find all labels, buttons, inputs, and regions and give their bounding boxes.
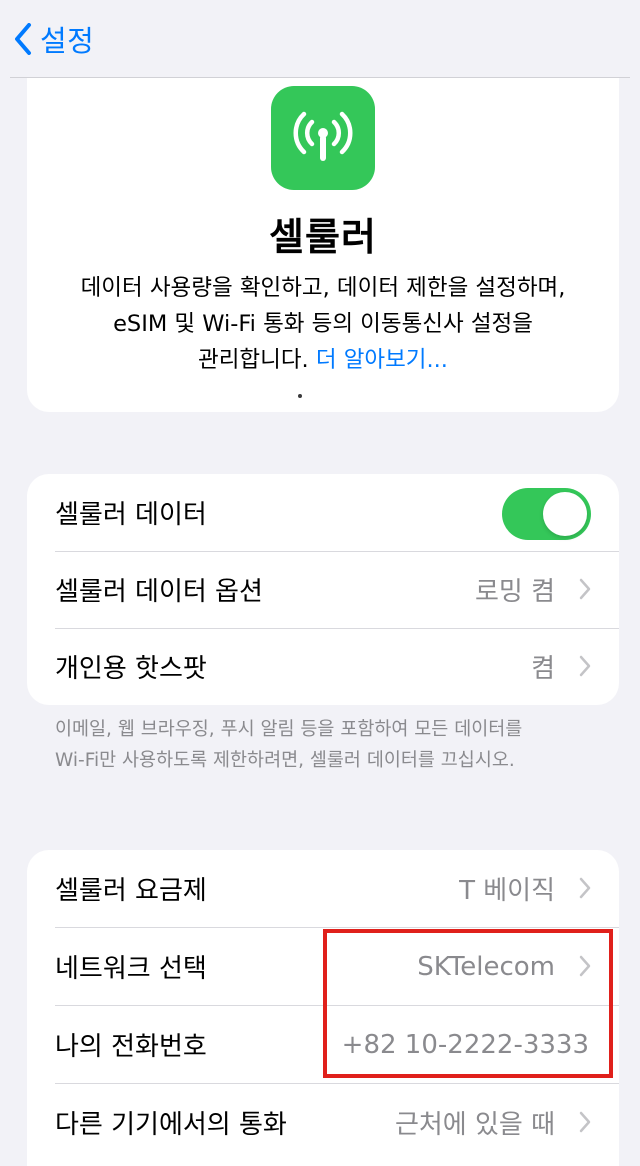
page-title: 셀룰러 [269, 215, 377, 259]
chevron-right-icon [579, 955, 591, 981]
personal-hotspot-value: 켬 [531, 654, 555, 684]
carrier-group: 셀룰러 요금제 T 베이직 네트워크 선택 SKTelecom 나의 전화번호 … [27, 850, 619, 1166]
personal-hotspot-row[interactable]: 개인용 핫스팟 켬 [27, 628, 619, 705]
footnote-line-1: 이메일, 웹 브라우징, 푸시 알림 등을 포함하여 모든 데이터를 [55, 719, 523, 740]
cellular-header-card: 셀룰러 데이터 사용량을 확인하고, 데이터 제한을 설정하며, eSIM 및 … [27, 78, 619, 412]
chevron-right-icon [579, 655, 591, 681]
back-label: 설정 [40, 23, 95, 58]
network-selection-label: 네트워크 선택 [55, 954, 207, 984]
desc-line-3: 관리합니다. 더 알아보기... [27, 342, 619, 378]
cellular-data-footnote: 이메일, 웹 브라우징, 푸시 알림 등을 포함하여 모든 데이터를 Wi-Fi… [55, 714, 615, 776]
chevron-right-icon [579, 877, 591, 903]
calls-on-other-devices-value: 근처에 있을 때 [394, 1110, 555, 1140]
cellular-plan-row[interactable]: 셀룰러 요금제 T 베이직 [27, 850, 619, 927]
desc-line-2: eSIM 및 Wi-Fi 통화 등의 이동통신사 설정을 [113, 311, 533, 337]
learn-more-link[interactable]: 더 알아보기... [316, 347, 448, 373]
footnote-line-2: Wi-Fi만 사용하도록 제한하려면, 셀룰러 데이터를 끄십시오. [55, 750, 515, 771]
network-selection-value: SKTelecom [417, 951, 555, 982]
calls-on-other-devices-label: 다른 기기에서의 통화 [55, 1110, 287, 1140]
desc-line-1: 데이터 사용량을 확인하고, 데이터 제한을 설정하며, [80, 275, 566, 301]
my-number-value: +82 10-2222-3333 [341, 1029, 589, 1060]
settings-page: 설정 셀룰러 데이터 사용량을 확인하고, 데이터 제한을 설정하며, eSIM… [0, 0, 640, 1166]
nav-bar: 설정 [10, 0, 630, 78]
toggle-knob [543, 492, 587, 536]
cellular-data-group: 셀룰러 데이터 셀룰러 데이터 옵션 로밍 켬 개인용 핫스팟 켬 [27, 474, 619, 705]
cellular-plan-value: T 베이직 [459, 876, 555, 906]
calls-on-other-devices-row[interactable]: 다른 기기에서의 통화 근처에 있을 때 [27, 1084, 619, 1161]
network-selection-row[interactable]: 네트워크 선택 SKTelecom [27, 928, 619, 1005]
personal-hotspot-label: 개인용 핫스팟 [55, 654, 207, 684]
my-number-label: 나의 전화번호 [55, 1032, 207, 1062]
back-button[interactable]: 설정 [10, 9, 94, 69]
chevron-left-icon [14, 22, 32, 55]
cellular-data-options-label: 셀룰러 데이터 옵션 [55, 577, 263, 607]
desc-line-3-text: 관리합니다. [198, 347, 309, 373]
cellular-data-options-value: 로밍 켬 [474, 577, 555, 607]
cellular-data-label: 셀룰러 데이터 [55, 500, 207, 530]
chevron-right-icon [579, 578, 591, 604]
cellular-data-options-row[interactable]: 셀룰러 데이터 옵션 로밍 켬 [27, 551, 619, 628]
cellular-plan-label: 셀룰러 요금제 [55, 876, 207, 906]
chevron-right-icon [579, 1111, 591, 1137]
cellular-data-toggle[interactable] [502, 488, 591, 540]
cellular-data-row: 셀룰러 데이터 [27, 474, 619, 551]
antenna-icon [271, 86, 375, 190]
decorative-dot [298, 394, 302, 398]
my-number-row[interactable]: 나의 전화번호 +82 10-2222-3333 [27, 1006, 619, 1083]
page-description: 데이터 사용량을 확인하고, 데이터 제한을 설정하며, eSIM 및 Wi-F… [27, 270, 619, 378]
